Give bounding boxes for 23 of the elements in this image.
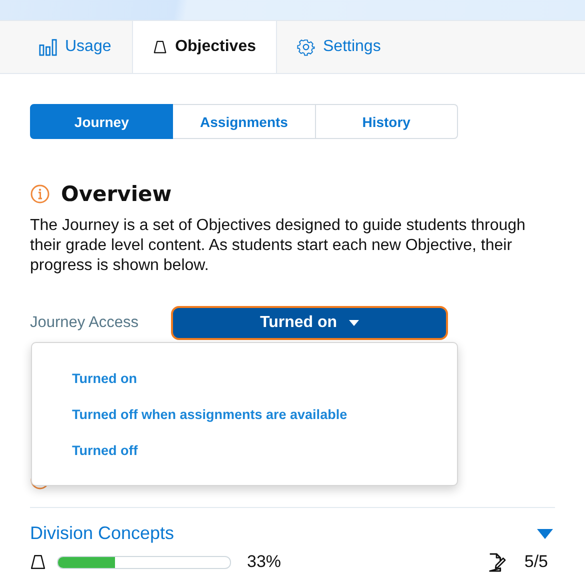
field-label: Journey Access: [30, 314, 140, 332]
caret-icon[interactable]: [537, 528, 553, 538]
menu-item[interactable]: Turned on: [72, 367, 137, 391]
section-title: Overview: [61, 182, 172, 206]
menu-item[interactable]: Turned off: [72, 439, 138, 463]
tab[interactable]: Objectives: [133, 21, 277, 73]
info-icon: [30, 184, 50, 204]
note-icon: [487, 552, 506, 572]
trapezoid-icon: [30, 554, 46, 570]
percent-text: 33%: [247, 552, 282, 572]
segment-tab[interactable]: Journey: [30, 104, 174, 139]
description-text: The Journey is a set of Objectives designed to guide students through their grade level content. As students start each new Objective, their progress is shown below.: [30, 216, 526, 276]
menu-item[interactable]: Turned off when assignments are available: [72, 403, 348, 427]
caret-icon: [349, 320, 360, 326]
trapezoid-icon: [153, 38, 168, 56]
segment-tab[interactable]: History: [316, 104, 458, 139]
score-text: 5/5: [524, 552, 548, 572]
access-dropdown[interactable]: Turned on: [171, 306, 448, 340]
settings-icon: [297, 38, 315, 56]
bar-chart-icon: [39, 38, 57, 56]
objective-title[interactable]: Division Concepts: [30, 523, 174, 544]
segment-tab[interactable]: Assignments: [173, 104, 316, 139]
tab[interactable]: Settings: [277, 21, 401, 73]
